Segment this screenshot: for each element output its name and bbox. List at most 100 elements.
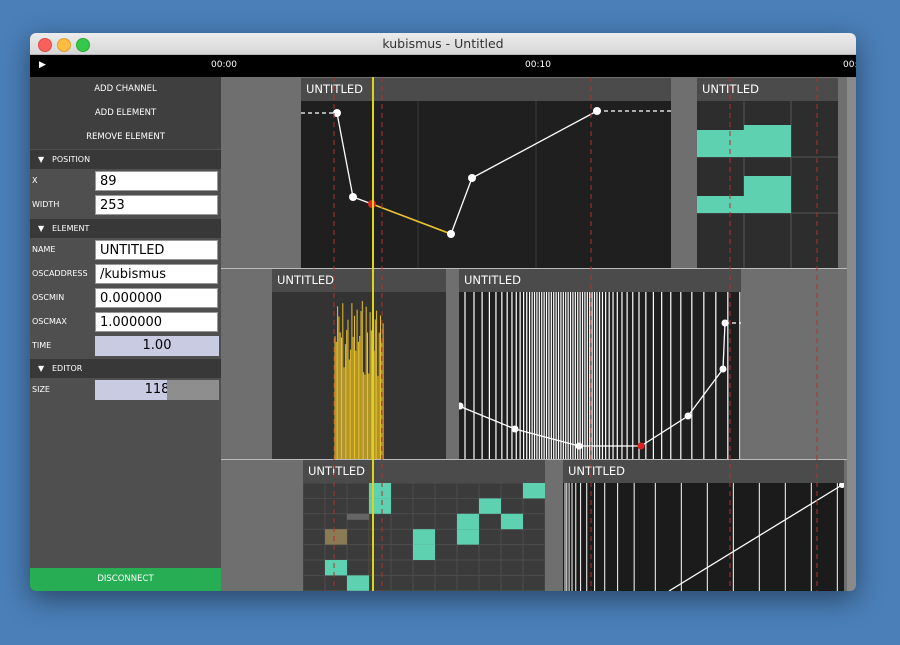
slider-track (167, 380, 219, 400)
width-label: WIDTH (32, 200, 60, 209)
play-icon[interactable]: ▶ (39, 60, 46, 70)
bars-graph[interactable] (697, 101, 838, 268)
envelope-point[interactable] (684, 412, 692, 420)
oscmax-input[interactable]: 1.000000 (95, 312, 218, 332)
sequencer-cell-muted[interactable] (325, 529, 347, 545)
envelope-point[interactable] (447, 230, 455, 238)
waveform-graph (334, 301, 384, 459)
sequencer-block[interactable]: UNTITLED (303, 460, 545, 591)
sequencer-cell[interactable] (479, 498, 501, 514)
bars-block[interactable]: UNTITLED (697, 78, 838, 268)
collapse-arrow-icon: ▼ (38, 364, 45, 373)
size-slider[interactable]: 118 (95, 380, 219, 400)
sequencer-cell[interactable] (457, 513, 479, 530)
disconnect-button[interactable]: DISCONNECT (30, 568, 221, 591)
tick-label: 00:20 (843, 60, 856, 70)
bar-cell[interactable] (697, 130, 744, 157)
ramp-stripes (564, 483, 838, 591)
add-element-button[interactable]: ADD ELEMENT (30, 101, 221, 125)
tick-label: 00:00 (211, 60, 237, 70)
sequencer-grid[interactable] (303, 483, 545, 591)
sequencer-cell-muted[interactable] (347, 513, 369, 520)
tick-label: 00:10 (525, 60, 551, 70)
ramp-point[interactable] (839, 483, 844, 488)
time-label: TIME (32, 341, 52, 350)
section-label: ELEMENT (52, 224, 90, 233)
envelope-point[interactable] (349, 193, 357, 201)
ramp-editor[interactable] (563, 483, 844, 591)
sequencer-cell[interactable] (369, 498, 391, 514)
oscmin-input[interactable]: 0.000000 (95, 288, 218, 308)
sidebar: ▶ ADD CHANNEL ADD ELEMENT REMOVE ELEMENT… (30, 55, 221, 591)
waveform-view[interactable] (272, 292, 446, 459)
bar-cell[interactable] (744, 125, 791, 157)
envelope-block[interactable]: UNTITLED (301, 78, 671, 268)
timeline-ruler[interactable]: 00:00 00:10 00:20 (211, 55, 856, 77)
vertical-scrollbar[interactable] (847, 77, 856, 591)
envelope-point[interactable] (459, 402, 464, 410)
oscmax-label: OSCMAX (32, 317, 67, 326)
oscaddress-input[interactable]: /kubismus (95, 264, 218, 284)
timeline-canvas[interactable]: UNTITLED UNTITLED UNTITLED UNTITLED UNTI… (221, 77, 856, 591)
envelope-point[interactable] (721, 319, 729, 327)
sequencer-graph[interactable] (303, 483, 545, 591)
block-title[interactable]: UNTITLED (563, 460, 844, 483)
name-input[interactable]: UNTITLED (95, 240, 218, 260)
sequencer-cell[interactable] (413, 529, 435, 545)
envelope-point[interactable] (593, 107, 601, 115)
envelope-point[interactable] (511, 425, 519, 433)
sequencer-cell[interactable] (413, 544, 435, 560)
envelope-point-active[interactable] (637, 442, 645, 450)
section-position-header[interactable]: ▼ POSITION (30, 150, 221, 169)
app-window: kubismus - Untitled ▶ ADD CHANNEL ADD EL… (30, 33, 856, 591)
density-graph[interactable] (459, 292, 741, 459)
section-editor-header[interactable]: ▼ EDITOR (30, 359, 221, 378)
name-label: NAME (32, 245, 56, 254)
add-channel-button[interactable]: ADD CHANNEL (30, 77, 221, 101)
block-title[interactable]: UNTITLED (459, 269, 741, 292)
density-block[interactable]: UNTITLED (459, 269, 741, 459)
section-element-header[interactable]: ▼ ELEMENT (30, 219, 221, 238)
envelope-point-active[interactable] (368, 200, 376, 208)
bars-editor[interactable] (697, 101, 838, 268)
bar-cell[interactable] (697, 196, 744, 213)
x-input[interactable]: 89 (95, 171, 218, 191)
oscaddress-label: OSCADDRESS (32, 269, 88, 278)
remove-element-button[interactable]: REMOVE ELEMENT (30, 125, 221, 149)
size-label: SIZE (32, 385, 50, 394)
envelope-graph[interactable] (301, 101, 671, 268)
block-title[interactable]: UNTITLED (272, 269, 446, 292)
sequencer-cell[interactable] (501, 513, 523, 530)
envelope-point[interactable] (333, 109, 341, 117)
oscmin-label: OSCMIN (32, 293, 65, 302)
ramp-line (668, 484, 843, 591)
envelope-point[interactable] (575, 442, 583, 450)
transport-bar: ▶ (30, 55, 221, 77)
block-title[interactable]: UNTITLED (303, 460, 545, 483)
envelope-point[interactable] (719, 365, 727, 373)
section-label: EDITOR (52, 364, 83, 373)
sequencer-cell[interactable] (347, 575, 369, 591)
ramp-block[interactable]: UNTITLED (563, 460, 844, 591)
bar-cell[interactable] (744, 176, 791, 213)
ramp-graph[interactable] (563, 483, 844, 591)
block-title[interactable]: UNTITLED (301, 78, 671, 101)
time-slider[interactable]: 1.00 (95, 336, 219, 356)
envelope-editor[interactable] (301, 101, 671, 268)
collapse-arrow-icon: ▼ (38, 155, 45, 164)
size-value: 118 (144, 382, 170, 397)
envelope-point[interactable] (468, 174, 476, 182)
block-title[interactable]: UNTITLED (697, 78, 838, 101)
density-editor[interactable] (459, 292, 741, 459)
width-input[interactable]: 253 (95, 195, 218, 215)
density-stripes (464, 292, 741, 459)
sequencer-cell[interactable] (457, 529, 479, 545)
sequencer-cell[interactable] (325, 560, 347, 576)
sequencer-cell[interactable] (369, 483, 391, 499)
selected-segment[interactable] (371, 203, 452, 235)
window-title: kubismus - Untitled (382, 36, 504, 51)
title-bar: kubismus - Untitled (30, 33, 856, 55)
waveform-block[interactable]: UNTITLED (272, 269, 446, 459)
envelope-curve (336, 110, 598, 235)
sequencer-cell[interactable] (523, 483, 545, 499)
